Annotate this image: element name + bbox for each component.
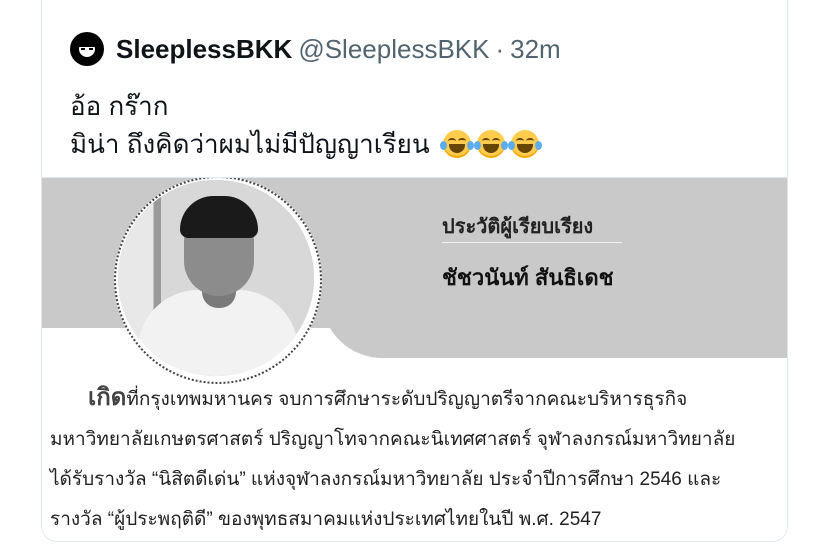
tweet-text-line: อ้อ กร๊าก: [70, 91, 169, 121]
born-word: เกิด: [88, 384, 127, 411]
tweet-text-line-with-emoji: มิน่า ถึงคิดว่าผมไม่มีปัญญาเรียน: [70, 125, 542, 163]
avatar[interactable]: [70, 32, 104, 66]
timestamp[interactable]: 32m: [510, 34, 561, 65]
tweet-text: อ้อ กร๊าก มิน่า ถึงคิดว่าผมไม่มีปัญญาเรี…: [70, 87, 542, 163]
face-with-tears-of-joy-icon: [439, 130, 474, 158]
author-full-name: ชัชวนันท์ สันธิเดช: [442, 265, 614, 290]
separator-dot: ·: [495, 33, 505, 64]
face-with-tears-of-joy-icon: [507, 130, 542, 158]
tweet-media-image[interactable]: ประวัติผู้เรียบเรียง ชัชวนันท์ สันธิเดช …: [42, 177, 787, 541]
bio-line-text: ที่กรุงเทพมหานคร จบการศึกษาระดับปริญญาตร…: [126, 389, 688, 410]
author-name[interactable]: SleeplessBKK: [116, 34, 292, 65]
face-with-tears-of-joy-icon: [473, 130, 508, 158]
bio-text: เกิดที่กรุงเทพมหานคร จบการศึกษาระดับปริญ…: [50, 378, 787, 540]
author-handle[interactable]: @SleeplessBKK: [298, 34, 489, 65]
tweet-text-line: มิน่า ถึงคิดว่าผมไม่มีปัญญาเรียน: [70, 129, 430, 159]
bio-line: มหาวิทยาลัยเกษตรศาสตร์ ปริญญาโทจากคณะนิเ…: [50, 429, 736, 450]
divider: [442, 242, 622, 243]
tweet-header: SleeplessBKK @SleeplessBKK · 32m: [70, 29, 561, 69]
bio-line: รางวัล “ผู้ประพฤติดี” ของพุทธสมาคมแห่งปร…: [50, 509, 602, 530]
author-portrait: [118, 180, 314, 376]
bio-line: ได้รับรางวัล “นิสิตดีเด่น” แห่งจุฬาลงกรณ…: [50, 469, 722, 490]
tweet-card[interactable]: SleeplessBKK @SleeplessBKK · 32m อ้อ กร๊…: [41, 0, 788, 542]
bio-line: เกิดที่กรุงเทพมหานคร จบการศึกษาระดับปริญ…: [50, 378, 787, 420]
section-title: ประวัติผู้เรียบเรียง: [442, 216, 594, 238]
